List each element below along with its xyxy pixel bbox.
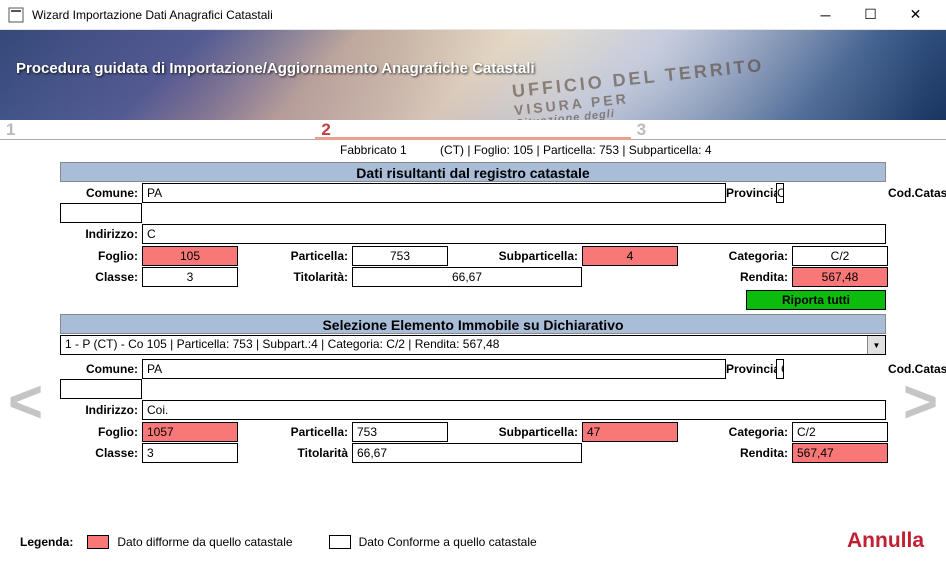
legend-text-difforme: Dato difforme da quello catastale <box>117 535 292 549</box>
field-rendita-1[interactable] <box>792 267 888 287</box>
maximize-button[interactable]: ☐ <box>848 0 893 29</box>
field-provincia-1[interactable] <box>776 183 784 203</box>
lbl-classe-1: Classe: <box>60 267 142 287</box>
immobile-dropdown-text: 1 - P (CT) - Co 105 | Particella: 753 | … <box>65 337 499 351</box>
step-indicator <box>315 137 630 140</box>
field-titolarita-1[interactable] <box>352 267 582 287</box>
legend-text-conforme: Dato Conforme a quello catastale <box>359 535 537 549</box>
prev-arrow[interactable]: < <box>8 372 43 432</box>
lbl-indirizzo-2: Indirizzo: <box>60 400 142 420</box>
lbl-foglio-1: Foglio: <box>60 246 142 266</box>
field-indirizzo-2[interactable] <box>142 400 886 420</box>
field-foglio-1[interactable] <box>142 246 238 266</box>
header-banner: Procedura guidata di Importazione/Aggior… <box>0 30 946 120</box>
window-titlebar: Wizard Importazione Dati Anagrafici Cata… <box>0 0 946 30</box>
field-particella-1[interactable] <box>352 246 448 266</box>
lbl-indirizzo-1: Indirizzo: <box>60 224 142 244</box>
lbl-categoria-1: Categoria: <box>708 246 792 266</box>
field-classe-1[interactable] <box>142 267 238 287</box>
legend-swatch-conforme <box>329 535 351 549</box>
field-comune-1[interactable] <box>142 183 726 203</box>
annulla-button[interactable]: Annulla <box>847 529 924 553</box>
field-codcat-1[interactable] <box>60 203 142 223</box>
section1-header: Dati risultanti dal registro catastale <box>60 162 886 182</box>
field-codcat-2[interactable] <box>60 379 142 399</box>
riporta-tutti-button[interactable]: Riporta tutti <box>746 290 886 310</box>
header-watermark: UFFICIO DEL TERRITO VISURA PER Situazion… <box>511 55 768 120</box>
lbl-rendita-1: Rendita: <box>708 267 792 287</box>
header-title: Procedura guidata di Importazione/Aggior… <box>16 60 535 77</box>
close-button[interactable]: ✕ <box>893 0 938 29</box>
field-provincia-2[interactable] <box>776 359 784 379</box>
section2-header: Selezione Elemento Immobile su Dichiarat… <box>60 314 886 334</box>
lbl-codcat-1: Cod.Catastale: <box>888 183 926 203</box>
field-rendita-2[interactable] <box>792 443 888 463</box>
legend: Legenda: Dato difforme da quello catasta… <box>20 535 537 549</box>
app-icon <box>8 7 24 23</box>
context-line: Fabbricato 1 (CT) | Foglio: 105 | Partic… <box>0 140 946 160</box>
lbl-titolarita-1: Titolarità: <box>268 267 352 287</box>
field-foglio-2[interactable] <box>142 422 238 442</box>
lbl-subparticella-1: Subparticella: <box>478 246 582 266</box>
immobile-dropdown[interactable]: 1 - P (CT) - Co 105 | Particella: 753 | … <box>60 335 886 355</box>
field-comune-2[interactable] <box>142 359 726 379</box>
field-subparticella-1[interactable] <box>582 246 678 266</box>
lbl-provincia-2: Provincia: <box>726 359 776 379</box>
field-categoria-2[interactable] <box>792 422 888 442</box>
minimize-button[interactable]: ─ <box>803 0 848 29</box>
lbl-comune-2: Comune: <box>60 359 142 379</box>
field-titolarita-2[interactable] <box>352 443 582 463</box>
lbl-particella-1: Particella: <box>268 246 352 266</box>
field-indirizzo-1[interactable] <box>142 224 886 244</box>
wizard-steps: 1 2 3 <box>0 120 946 140</box>
lbl-categoria-2: Categoria: <box>708 422 792 442</box>
lbl-subparticella-2: Subparticella: <box>478 422 582 442</box>
lbl-classe-2: Classe: <box>60 443 142 463</box>
step-3[interactable]: 3 <box>631 120 946 139</box>
lbl-comune-1: Comune: <box>60 183 142 203</box>
field-classe-2[interactable] <box>142 443 238 463</box>
lbl-provincia-1: Provincia: <box>726 183 776 203</box>
lbl-foglio-2: Foglio: <box>60 422 142 442</box>
lbl-titolarita-2: Titolarità <box>268 443 352 463</box>
field-categoria-1[interactable] <box>792 246 888 266</box>
context-suffix: (CT) | Foglio: 105 | Particella: 753 | S… <box>440 143 711 157</box>
legend-swatch-difforme <box>87 535 109 549</box>
legend-label: Legenda: <box>20 535 73 549</box>
lbl-rendita-2: Rendita: <box>708 443 792 463</box>
field-subparticella-2[interactable] <box>582 422 678 442</box>
chevron-down-icon[interactable]: ▼ <box>867 336 885 354</box>
context-fabbricato: Fabbricato 1 <box>340 143 407 157</box>
next-arrow[interactable]: > <box>903 372 938 432</box>
window-title: Wizard Importazione Dati Anagrafici Cata… <box>32 8 803 22</box>
lbl-particella-2: Particella: <box>268 422 352 442</box>
step-1[interactable]: 1 <box>0 120 315 139</box>
field-particella-2[interactable] <box>352 422 448 442</box>
